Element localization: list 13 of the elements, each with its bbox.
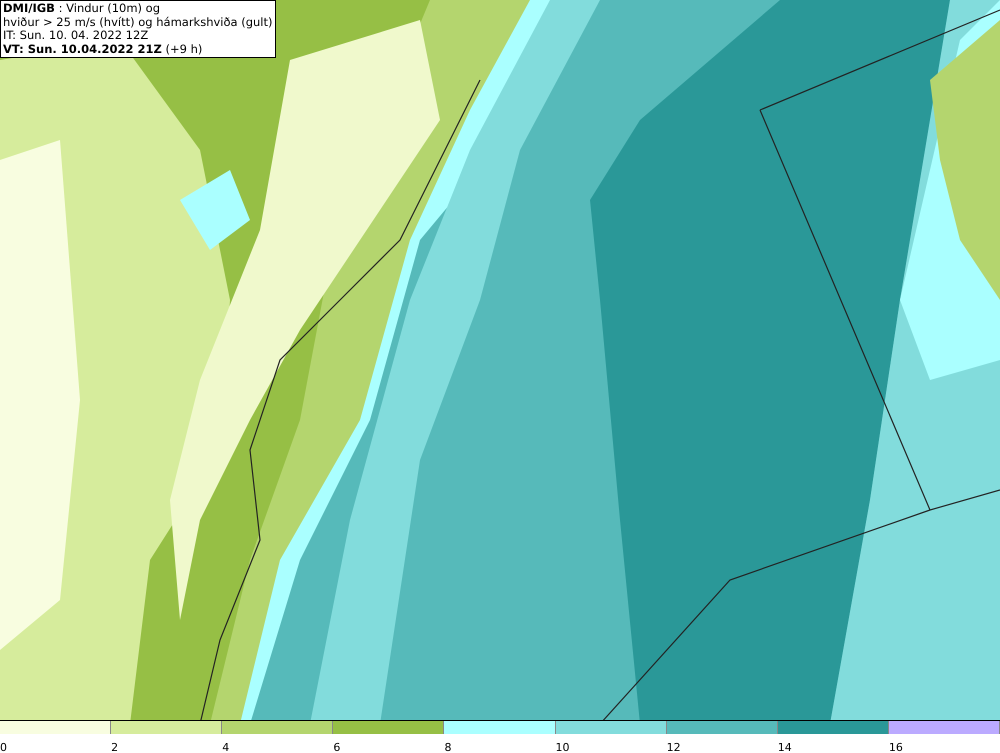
legend-label: 14 xyxy=(778,741,792,753)
legend-label: 8 xyxy=(444,741,452,753)
title-line: DMI/IGB : Vindur (10m) og xyxy=(3,2,162,16)
legend-label: 2 xyxy=(111,741,118,753)
legend-label: 6 xyxy=(333,741,340,753)
legend-label: 10 xyxy=(556,741,570,753)
legend-label: 12 xyxy=(666,741,681,753)
title-line: hviður > 25 m/s (hvítt) og hámarkshviða (gult) xyxy=(3,16,272,29)
legend-label: 16 xyxy=(888,741,903,753)
title-line: IT: Sun. 10. 04. 2022 12Z xyxy=(3,29,148,42)
title-line: VT: Sun. 10.04.2022 21Z (+9 h) xyxy=(3,42,204,56)
legend-label: 4 xyxy=(222,741,230,753)
legend-label: 0 xyxy=(0,741,7,753)
